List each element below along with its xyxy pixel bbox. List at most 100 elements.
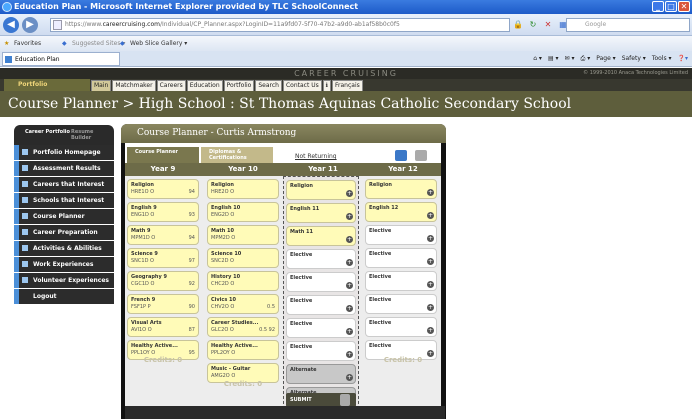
- course-slot[interactable]: Elective +: [286, 295, 356, 315]
- safety-menu[interactable]: Safety ▾: [622, 53, 646, 65]
- page-menu[interactable]: Page ▾: [596, 53, 615, 65]
- tab-resume-builder[interactable]: Resume Builder: [62, 127, 114, 143]
- add-icon[interactable]: +: [346, 351, 353, 358]
- course-box[interactable]: Religion HRE1O O 94: [127, 179, 199, 199]
- course-slot[interactable]: Religion +: [286, 180, 356, 200]
- sidebar-item-7[interactable]: Work Experiences: [14, 257, 114, 272]
- course-box[interactable]: Healthy Active... PPL2OY O: [207, 340, 279, 360]
- add-icon[interactable]: +: [346, 236, 353, 243]
- add-icon[interactable]: +: [346, 374, 353, 381]
- tab-education-plan[interactable]: Education Plan: [2, 52, 120, 66]
- favorites-button[interactable]: Favorites: [14, 36, 41, 51]
- course-slot[interactable]: Elective +: [286, 341, 356, 361]
- stop-icon[interactable]: ✕: [542, 18, 554, 31]
- mail-icon[interactable]: ✉ ▾: [565, 53, 575, 65]
- course-box[interactable]: Visual Arts AVI1O O 87: [127, 317, 199, 337]
- course-box[interactable]: Science 9 SNC1D O 97: [127, 248, 199, 268]
- back-button[interactable]: ◀: [3, 17, 19, 33]
- help-icon[interactable]: ❓▾: [678, 53, 688, 65]
- tab-course-planner[interactable]: Course Planner: [127, 147, 199, 163]
- course-box[interactable]: Career Studies... GLC2O O 0.5 92: [207, 317, 279, 337]
- course-slot[interactable]: Elective +: [365, 248, 437, 268]
- submit-button[interactable]: SUBMIT: [286, 393, 356, 407]
- course-box[interactable]: Math 10 MPM2D O: [207, 225, 279, 245]
- course-box[interactable]: Math 9 MPM1D O 94: [127, 225, 199, 245]
- maximize-button[interactable]: □: [665, 1, 677, 12]
- course-box[interactable]: English 9 ENG1D O 93: [127, 202, 199, 222]
- course-slot[interactable]: Elective +: [365, 271, 437, 291]
- address-bar: ◀ ▶ https://www.careercruising.com/Indiv…: [0, 14, 692, 36]
- course-box[interactable]: Religion HRE2O O: [207, 179, 279, 199]
- course-code: SNC2D O: [211, 258, 234, 264]
- course-slot[interactable]: Elective +: [286, 249, 356, 269]
- course-box[interactable]: Geography 9 CGC1D O 92: [127, 271, 199, 291]
- course-slot[interactable]: Elective +: [365, 225, 437, 245]
- add-icon[interactable]: +: [346, 328, 353, 335]
- course-slot[interactable]: Elective +: [286, 318, 356, 338]
- lock-icon: [53, 20, 62, 30]
- logout-button[interactable]: Logout: [14, 289, 114, 304]
- sidebar-item-4[interactable]: Course Planner: [14, 209, 114, 224]
- forward-button[interactable]: ▶: [22, 17, 38, 33]
- feeds-icon[interactable]: ▤ ▾: [548, 53, 559, 65]
- course-slot[interactable]: Religion +: [365, 179, 437, 199]
- add-icon[interactable]: +: [346, 305, 353, 312]
- add-icon[interactable]: +: [427, 189, 434, 196]
- year10-credits: Credits: 0: [223, 380, 263, 388]
- sidebar-item-1[interactable]: Assessment Results: [14, 161, 114, 176]
- course-box[interactable]: History 10 CHC2D O: [207, 271, 279, 291]
- web-slice-link[interactable]: Web Slice Gallery ▾: [130, 36, 187, 51]
- course-slot[interactable]: Math 11 +: [286, 226, 356, 246]
- add-icon[interactable]: +: [346, 282, 353, 289]
- slot-label: Elective: [369, 320, 392, 326]
- sidebar-item-8[interactable]: Volunteer Experiences: [14, 273, 114, 288]
- course-grade: 87: [188, 327, 195, 333]
- course-box[interactable]: Science 10 SNC2D O: [207, 248, 279, 268]
- site-logo-text: CAREER CRUISING: [294, 69, 398, 78]
- add-icon[interactable]: +: [427, 258, 434, 265]
- add-icon[interactable]: +: [427, 281, 434, 288]
- course-box[interactable]: French 9 FSF1P P 90: [127, 294, 199, 314]
- course-title: Visual Arts: [131, 320, 162, 326]
- print-icon[interactable]: ⎙ ▾: [581, 53, 591, 65]
- not-returning-link[interactable]: Not Returning: [295, 153, 337, 160]
- course-slot[interactable]: Alternate +: [286, 364, 356, 384]
- add-icon[interactable]: +: [427, 212, 434, 219]
- add-icon[interactable]: +: [427, 327, 434, 334]
- suggested-sites-link[interactable]: Suggested Sites ▾: [72, 36, 125, 51]
- slot-label: Elective: [369, 297, 392, 303]
- sidebar-item-5[interactable]: Career Preparation: [14, 225, 114, 240]
- security-lock-icon[interactable]: 🔒: [512, 18, 524, 31]
- slot-label: Religion: [369, 182, 392, 188]
- add-icon[interactable]: +: [346, 190, 353, 197]
- sidebar-item-3[interactable]: Schools that Interest Me: [14, 193, 114, 219]
- course-slot[interactable]: Elective +: [286, 272, 356, 292]
- close-button[interactable]: ✕: [678, 1, 690, 12]
- minimize-button[interactable]: _: [652, 1, 664, 12]
- book-icon[interactable]: [395, 150, 407, 161]
- sidebar-item-0[interactable]: Portfolio Homepage: [14, 145, 114, 160]
- add-icon[interactable]: +: [427, 304, 434, 311]
- favorites-star-icon[interactable]: ★: [4, 36, 9, 51]
- tools-menu[interactable]: Tools ▾: [652, 53, 672, 65]
- course-box[interactable]: Civics 10 CHV2O O 0.5: [207, 294, 279, 314]
- course-box[interactable]: English 10 ENG2D O: [207, 202, 279, 222]
- url-prefix: https://www.: [65, 21, 103, 28]
- search-input[interactable]: Google: [566, 18, 690, 32]
- url-path: /Individual/CP_Planner.aspx?LoginID=11a9…: [159, 21, 400, 28]
- printer-icon[interactable]: [415, 150, 427, 161]
- add-icon[interactable]: +: [427, 235, 434, 242]
- course-slot[interactable]: English 11 +: [286, 203, 356, 223]
- refresh-icon[interactable]: ↻: [527, 18, 539, 31]
- url-field[interactable]: https://www.careercruising.com/Individua…: [50, 18, 510, 32]
- home-icon[interactable]: ⌂ ▾: [533, 53, 542, 65]
- course-slot[interactable]: Elective +: [365, 294, 437, 314]
- course-slot[interactable]: Elective +: [365, 317, 437, 337]
- copyright-text: © 1999-2010 Anaca Technologies Limited: [583, 70, 688, 76]
- sidebar-item-6[interactable]: Activities & Abilities: [14, 241, 114, 256]
- add-icon[interactable]: +: [346, 213, 353, 220]
- tab-diplomas[interactable]: Diplomas & Certifications: [201, 147, 273, 163]
- add-icon[interactable]: +: [346, 259, 353, 266]
- sidebar-item-2[interactable]: Careers that Interest Me: [14, 177, 114, 203]
- course-slot[interactable]: English 12 +: [365, 202, 437, 222]
